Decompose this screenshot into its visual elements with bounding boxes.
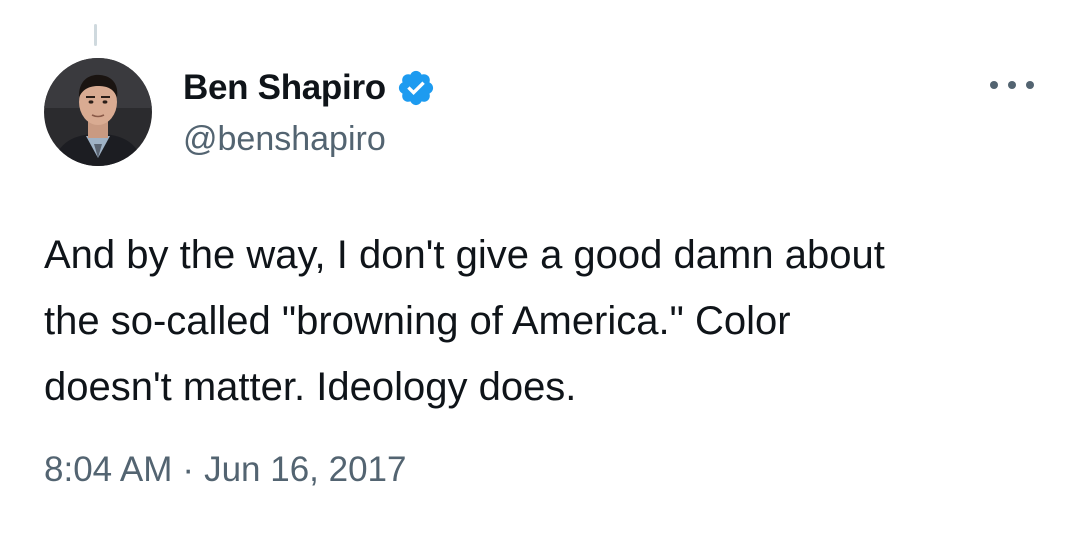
avatar-photo bbox=[44, 58, 152, 166]
meta-separator: · bbox=[182, 450, 195, 489]
verified-badge-icon[interactable] bbox=[396, 68, 436, 108]
more-horizontal-icon bbox=[1008, 81, 1016, 89]
more-options-button[interactable] bbox=[990, 70, 1034, 100]
more-horizontal-icon bbox=[1026, 81, 1034, 89]
display-name[interactable]: Ben Shapiro bbox=[183, 68, 386, 108]
user-handle[interactable]: @benshapiro bbox=[183, 120, 436, 159]
tweet-text: And by the way, I don't give a good damn… bbox=[44, 233, 885, 409]
tweet-time[interactable]: 8:04 AM bbox=[44, 450, 172, 490]
tweet-date[interactable]: Jun 16, 2017 bbox=[204, 450, 406, 490]
more-horizontal-icon bbox=[990, 81, 998, 89]
thread-connector-line bbox=[94, 24, 97, 46]
name-row: Ben Shapiro bbox=[183, 66, 436, 110]
author-info: Ben Shapiro @benshapiro bbox=[183, 66, 436, 159]
tweet-timestamp: 8:04 AM · Jun 16, 2017 bbox=[44, 450, 406, 490]
avatar[interactable] bbox=[44, 58, 152, 166]
tweet-card: Ben Shapiro @benshapiro And by the way, … bbox=[0, 0, 1079, 535]
